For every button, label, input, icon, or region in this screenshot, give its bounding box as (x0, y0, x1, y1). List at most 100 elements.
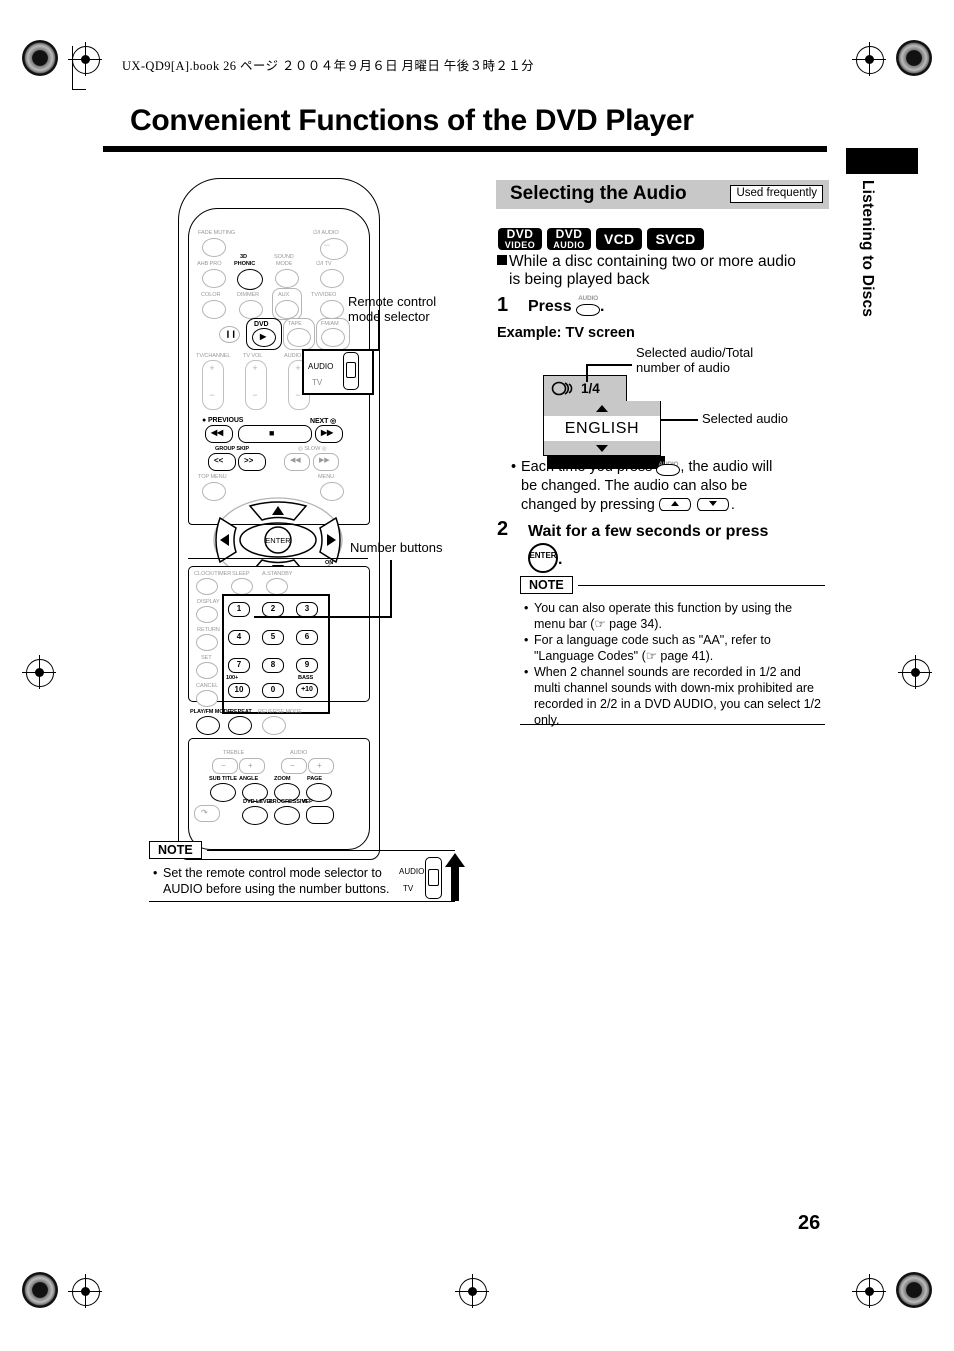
svg-text:ENTER: ENTER (265, 536, 291, 545)
button-color[interactable] (202, 300, 226, 319)
enter-button-icon: ENTER (528, 543, 558, 573)
page-number: 26 (798, 1212, 821, 1234)
callout-selected-audio: Selected audio (702, 411, 789, 426)
label-set: SET (201, 655, 212, 661)
badge-svcd: SVCD (647, 228, 704, 250)
callout-line-number-v (390, 560, 392, 617)
example-label: Example: TV screen (497, 325, 635, 341)
label-clock-timer: CLOCK/TIMER (194, 571, 232, 577)
button-page[interactable] (242, 806, 268, 825)
section-header-bar: Selecting the Audio Used frequently (496, 180, 829, 209)
callout-line-osd-right (661, 419, 698, 421)
label-menu: MENU (318, 474, 335, 480)
label-cancel: CANCEL (196, 683, 219, 689)
registration-dot-top-right (896, 40, 932, 76)
button-3d-phonic[interactable] (237, 269, 263, 290)
label-treble: AUDIO (290, 750, 308, 756)
button-power-tv[interactable] (320, 269, 344, 288)
label-3d: 3D (240, 254, 247, 260)
callout-selected-audio-total: Selected audio/Total number of audio (636, 345, 754, 375)
speaker-icon (551, 381, 573, 396)
book-file-info: UX-QD9[A].book 26 ページ ２００４年９月６日 月曜日 午後３時… (122, 59, 535, 73)
bullet-line3b: . (730, 497, 735, 513)
button-clock-timer[interactable] (196, 578, 218, 595)
button-vfp[interactable] (306, 806, 334, 824)
button-play-fm-mode[interactable] (196, 716, 220, 735)
label-dvd: DVD (254, 321, 269, 328)
label-progressive: VFP (302, 799, 313, 805)
label-next: NEXT ◎ (310, 418, 337, 425)
title-rule (103, 146, 827, 152)
triangle-down-icon (596, 444, 608, 452)
triangle-up-icon (596, 405, 608, 412)
power-audio-dots: ◦◦◦ (324, 243, 330, 249)
registration-dot-top-left (22, 40, 58, 76)
callout-remote-mode-selector: Remote control mode selector (348, 294, 437, 324)
button-audio[interactable] (210, 783, 236, 802)
step-2-enter: ENTER . (528, 543, 562, 573)
note-item: You can also operate this function by us… (524, 600, 824, 632)
bullet-line3a: changed by pressing (521, 497, 655, 513)
button-tv-video[interactable] (320, 300, 344, 319)
button-fm-am-inner[interactable] (321, 328, 345, 347)
button-power-audio[interactable] (320, 238, 348, 260)
label-top-menu: TOP MENU (198, 474, 227, 480)
trim-line-left (72, 46, 74, 90)
used-frequently-badge: Used frequently (730, 185, 823, 203)
button-sleep[interactable] (231, 578, 253, 595)
button-aux-inner[interactable] (275, 300, 299, 319)
label-power-audio: ⏻/I AUDIO (313, 230, 339, 236)
label-color: COLOR (201, 292, 221, 298)
button-repeat[interactable] (228, 716, 252, 735)
return-arc-icon: ↷ (201, 808, 208, 817)
side-tab-label: Listening to Discs (859, 180, 876, 318)
slow-back-icon: ◀◀ (290, 457, 301, 464)
button-a-standby[interactable] (266, 578, 288, 595)
button-stop[interactable] (238, 425, 312, 443)
step-1-label: Press (528, 298, 572, 315)
label-zoom: PAGE (307, 776, 323, 782)
group-skip-forward-icon: >> (244, 456, 254, 465)
step-1-number: 1 (497, 294, 509, 316)
remote-mode-selector-knob[interactable] (346, 362, 356, 378)
bullet-line1b: , the audio will (680, 459, 773, 475)
remote-middle-panel (188, 558, 368, 563)
label-phonic: PHONIC (234, 261, 256, 267)
label-power-tv: ⏻/I TV (316, 261, 332, 267)
button-display[interactable] (196, 606, 218, 623)
tv-channel-plus[interactable]: + (202, 363, 222, 373)
registration-cross-bottom-center (455, 1274, 489, 1308)
tv-channel-minus[interactable]: − (202, 390, 222, 400)
button-return[interactable] (196, 634, 218, 651)
button-sound-mode[interactable] (275, 269, 299, 288)
note-box-right: NOTE You can also operate this function … (520, 576, 825, 727)
note-left-switch-label-tv: TV (403, 884, 414, 893)
tv-vol-minus[interactable]: − (245, 390, 265, 400)
button-ahb-pro[interactable] (202, 269, 226, 288)
remote-mode-selector-highlight (302, 349, 374, 395)
button-dvd-level[interactable] (274, 806, 300, 825)
label-tv-channel: TV/CHANNEL (196, 353, 231, 359)
subheading-line2: is being played back (509, 271, 650, 288)
tv-vol-plus[interactable]: + (245, 363, 265, 373)
label-display: DISPLAY (197, 599, 220, 605)
button-dimmer[interactable] (239, 300, 263, 319)
side-tab-marker (846, 148, 918, 174)
button-fade-muting[interactable] (202, 238, 226, 257)
label-bass: TREBLE (223, 750, 245, 756)
label-sleep: SLEEP (232, 571, 250, 577)
up-button-icon (658, 497, 693, 511)
button-cancel[interactable] (196, 690, 218, 707)
label-fade-muting: FADE MUTING (198, 230, 236, 236)
label-group-skip: GROUP SKIP (215, 446, 250, 452)
osd-down-arrow-row (543, 441, 661, 456)
button-set[interactable] (196, 662, 218, 679)
square-bullet-icon (497, 255, 507, 265)
label-a-standby: A.STANDBY (262, 571, 293, 577)
subsection-heading: While a disc containing two or more audi… (497, 253, 833, 289)
trim-line-top (72, 89, 86, 91)
button-reverse-mode[interactable] (262, 716, 286, 735)
button-tape-play[interactable] (287, 328, 311, 347)
label-ahb-pro: AHB PRO (197, 261, 222, 267)
stop-icon: ■ (269, 428, 275, 438)
